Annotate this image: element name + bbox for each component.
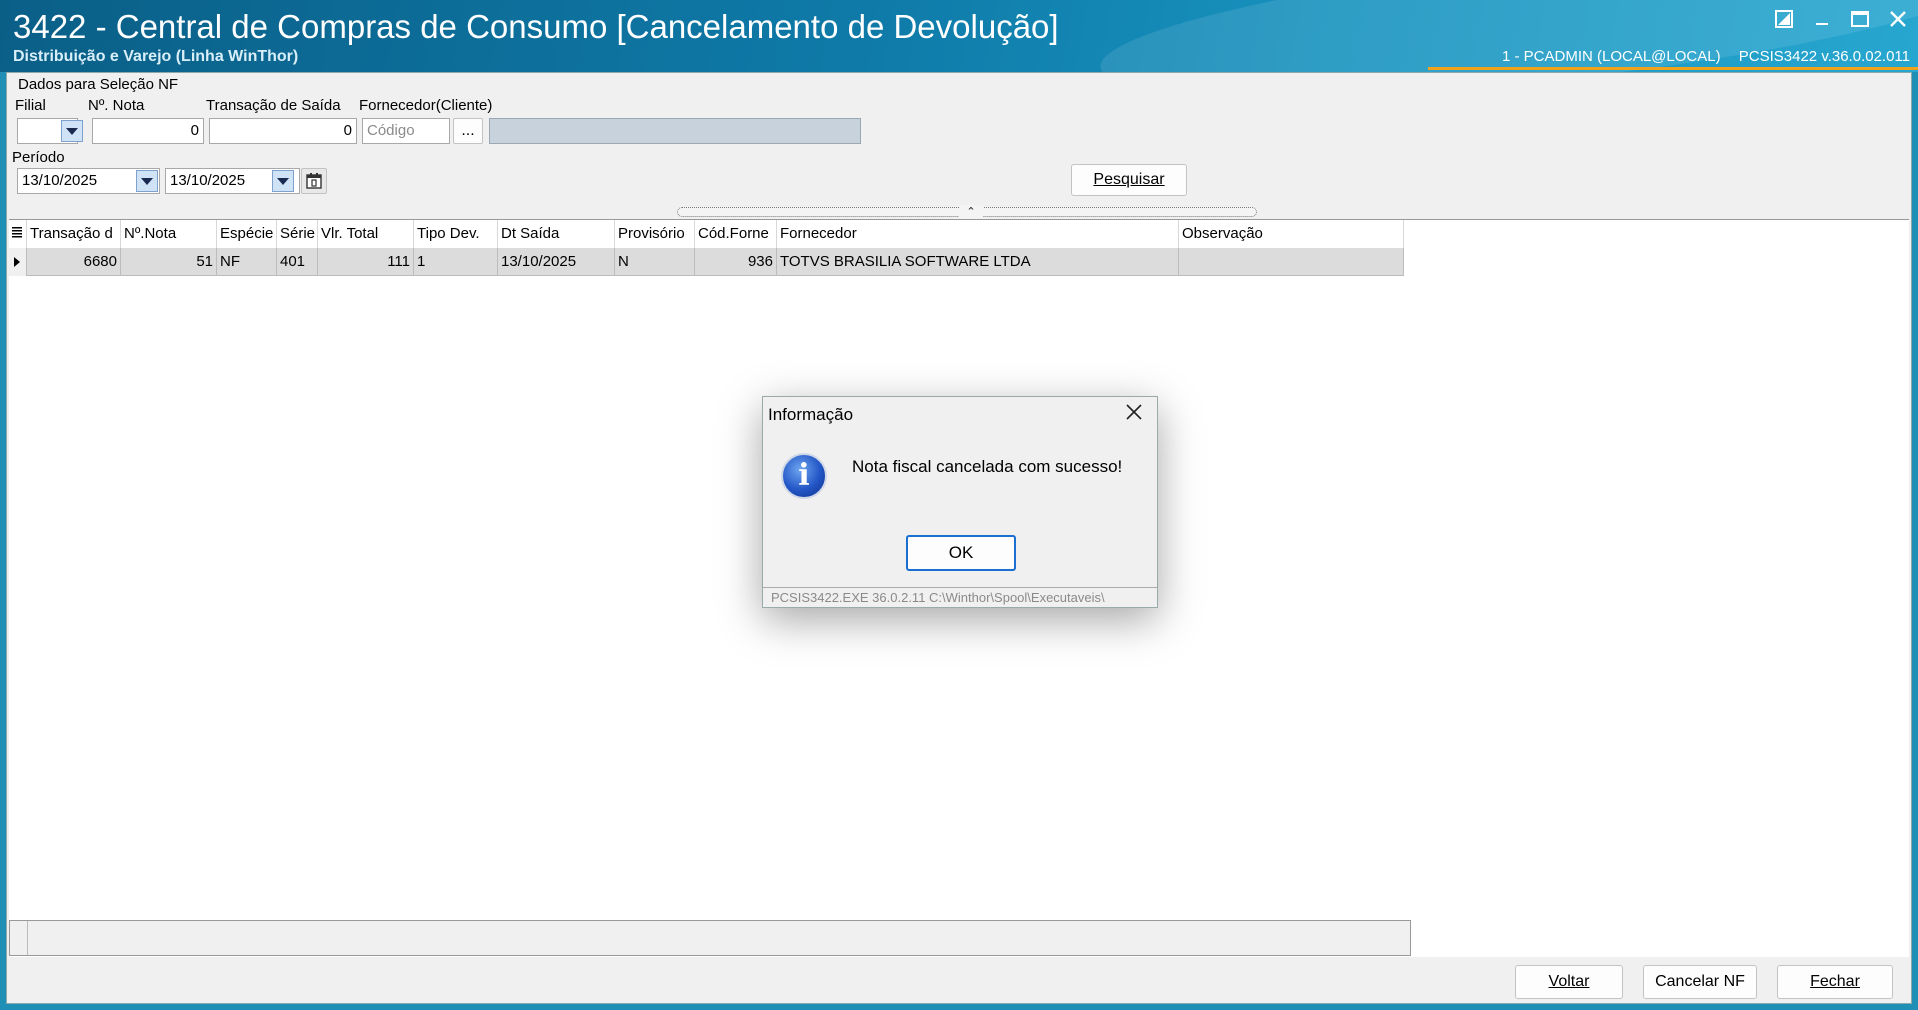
voltar-label: Voltar: [1548, 973, 1590, 990]
window-bottom-border: [0, 1004, 1918, 1010]
cell-provisorio[interactable]: N: [615, 248, 695, 276]
column-header[interactable]: Provisório: [615, 220, 695, 248]
column-header[interactable]: Fornecedor: [777, 220, 1179, 248]
window-subtitle: Distribuição e Varejo (Linha WinThor): [13, 48, 299, 65]
bottom-bar: Voltar Cancelar NF Fechar: [7, 957, 1911, 1003]
dialog-title: Informação: [768, 405, 854, 424]
table-row[interactable]: 6680 51 NF 401 111 1 13/10/2025 N 936 TO…: [9, 248, 1404, 276]
close-icon[interactable]: [1121, 401, 1147, 427]
cell-tipo-dev[interactable]: 1: [414, 248, 498, 276]
column-header[interactable]: Série: [277, 220, 318, 248]
fornecedor-code-input[interactable]: Código: [362, 118, 450, 144]
transacao-input[interactable]: 0: [209, 118, 357, 144]
column-header[interactable]: Dt Saída: [498, 220, 615, 248]
info-dialog: Informação i Nota fiscal cancelada com s…: [762, 396, 1158, 608]
grid-menu-icon[interactable]: [9, 220, 27, 248]
pesquisar-button[interactable]: Pesquisar: [1071, 164, 1187, 196]
date-from-dropdown[interactable]: [136, 170, 158, 192]
grid-footer: [9, 920, 1411, 956]
chevron-down-icon: [66, 127, 78, 135]
window-title: 3422 - Central de Compras de Consumo [Ca…: [13, 8, 1059, 45]
column-header[interactable]: Transação d: [27, 220, 121, 248]
pesquisar-label: Pesquisar: [1093, 171, 1165, 188]
column-header[interactable]: Espécie: [217, 220, 277, 248]
periodo-label: Período: [12, 149, 65, 166]
ok-button[interactable]: OK: [906, 535, 1016, 571]
fornecedor-label: Fornecedor(Cliente): [359, 97, 493, 114]
column-header[interactable]: Tipo Dev.: [414, 220, 498, 248]
cancelar-nf-button[interactable]: Cancelar NF: [1643, 965, 1757, 999]
cell-transacao[interactable]: 6680: [27, 248, 121, 276]
dialog-message: Nota fiscal cancelada com sucesso!: [852, 457, 1123, 476]
column-header[interactable]: Observação: [1179, 220, 1404, 248]
nota-label: Nº. Nota: [88, 97, 145, 114]
column-header[interactable]: Vlr. Total: [318, 220, 414, 248]
cell-especie[interactable]: NF: [217, 248, 277, 276]
fornecedor-name-field: [489, 118, 861, 144]
dialog-status: PCSIS3422.EXE 36.0.2.11 C:\Winthor\Spool…: [763, 587, 1157, 607]
cell-cod-forne[interactable]: 936: [695, 248, 777, 276]
filial-dropdown-button[interactable]: [61, 120, 83, 142]
cell-fornecedor[interactable]: TOTVS BRASILIA SOFTWARE LTDA: [777, 248, 1179, 276]
section-title: Dados para Seleção NF: [18, 76, 179, 93]
session-info: 1 - PCADMIN (LOCAL@LOCAL) PCSIS3422 v.36…: [1502, 48, 1910, 65]
footer-indicator: [10, 921, 28, 955]
fechar-button[interactable]: Fechar: [1777, 965, 1893, 999]
cell-nota[interactable]: 51: [121, 248, 217, 276]
minimize-icon[interactable]: [1812, 8, 1832, 30]
restore-edit-icon[interactable]: [1774, 8, 1794, 30]
info-icon: i: [781, 453, 827, 499]
maximize-icon[interactable]: [1850, 8, 1870, 30]
cell-serie[interactable]: 401: [277, 248, 318, 276]
chevron-up-icon[interactable]: ⌃: [959, 205, 983, 219]
filial-label: Filial: [15, 97, 46, 114]
column-header[interactable]: Nº.Nota: [121, 220, 217, 248]
transacao-label: Transação de Saída: [206, 97, 341, 114]
fechar-label: Fechar: [1810, 973, 1860, 990]
window-controls: [1774, 8, 1908, 30]
grid-header: Transação d Nº.Nota Espécie Série Vlr. T…: [9, 220, 1404, 248]
cell-vlr-total[interactable]: 111: [318, 248, 414, 276]
date-to-dropdown[interactable]: [272, 170, 294, 192]
cancelar-label: Cancelar NF: [1655, 973, 1745, 990]
close-icon[interactable]: [1888, 8, 1908, 30]
version-label: PCSIS3422 v.36.0.02.011: [1738, 48, 1910, 65]
voltar-button[interactable]: Voltar: [1515, 965, 1623, 999]
chevron-down-icon: [141, 177, 153, 185]
nota-input[interactable]: 0: [92, 118, 204, 144]
row-indicator-icon: [9, 248, 27, 276]
title-bar: 3422 - Central de Compras de Consumo [Ca…: [0, 0, 1918, 72]
column-header[interactable]: Cód.Forne: [695, 220, 777, 248]
fornecedor-lookup-button[interactable]: ...: [453, 118, 483, 144]
cell-dt-saida[interactable]: 13/10/2025: [498, 248, 615, 276]
user-label: 1 - PCADMIN (LOCAL@LOCAL): [1501, 48, 1721, 65]
calendar-icon[interactable]: [301, 168, 327, 194]
chevron-down-icon: [277, 177, 289, 185]
accent-line: [1428, 67, 1918, 70]
cell-observacao[interactable]: [1179, 248, 1404, 276]
